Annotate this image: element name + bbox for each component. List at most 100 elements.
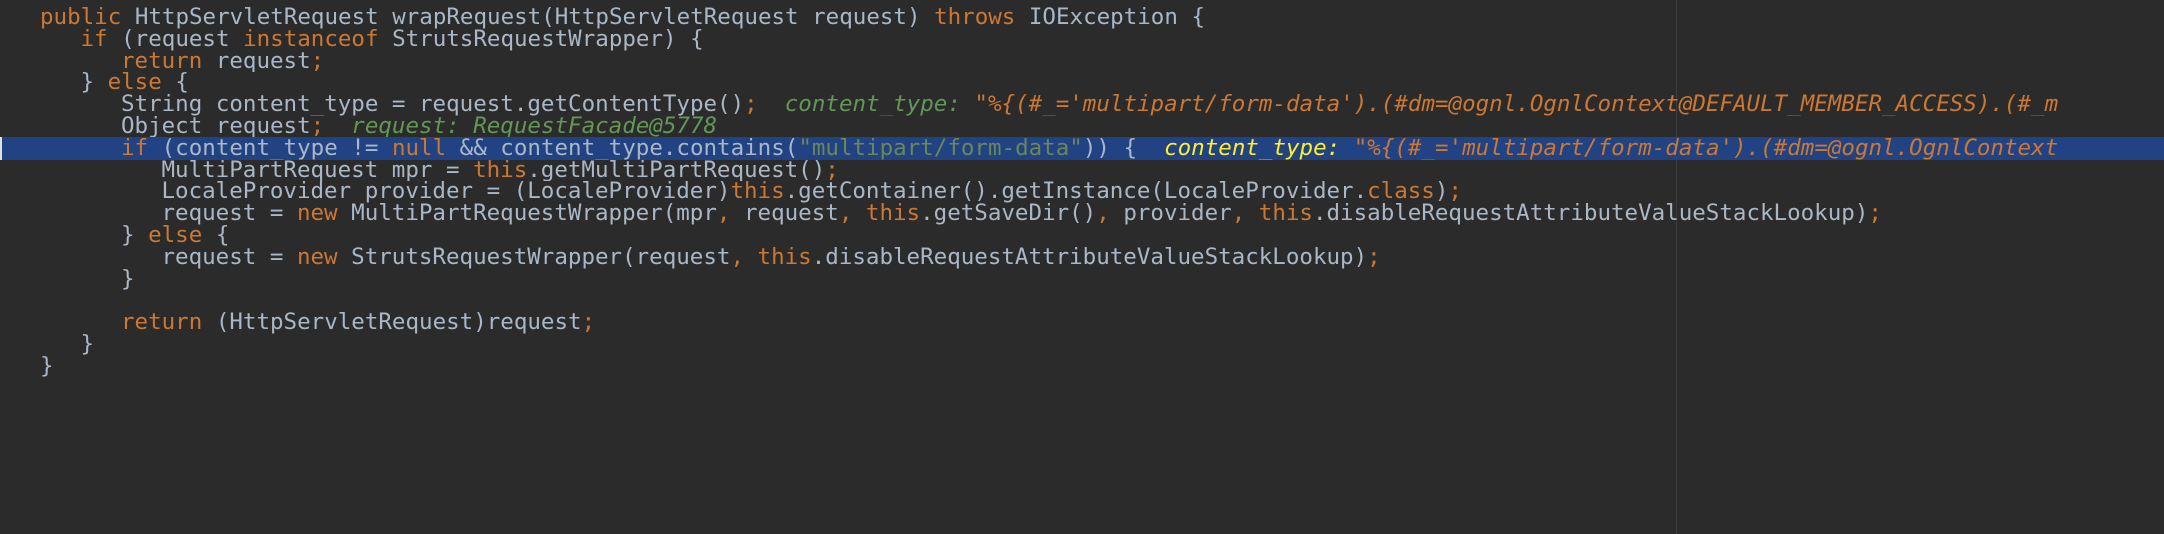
keyword-token: return [121, 311, 216, 334]
code-token: } [121, 224, 149, 247]
code-token: .disableRequestAttributeValueStackLookup… [1312, 202, 1869, 225]
code-text: if (request instanceof StrutsRequestWrap… [81, 28, 704, 51]
code-token: { [215, 224, 230, 247]
code-text: request = new StrutsRequestWrapper(reque… [162, 246, 1381, 269]
keyword-token: , this [730, 245, 812, 269]
code-line[interactable]: public HttpServletRequest wrapRequest(Ht… [0, 6, 2164, 29]
code-line[interactable]: } [0, 355, 2164, 378]
keyword-token: ; [310, 115, 325, 138]
code-token: .getMultiPartRequest() [527, 158, 826, 182]
inline-debug-value: content_type: [1164, 136, 1354, 160]
code-token: (request [121, 27, 244, 51]
keyword-token: ; [310, 49, 325, 73]
code-line[interactable] [0, 289, 2164, 312]
code-text: Object request; request: RequestFacade@5… [121, 115, 717, 138]
code-token: )) { [1082, 136, 1137, 160]
inline-debug-value: request: RequestFacade@5778 [351, 115, 718, 138]
keyword-token: new [296, 245, 352, 269]
keyword-token: this [473, 158, 528, 182]
code-token: MultiPartRequest mpr = [161, 158, 474, 182]
keyword-token: class [1367, 180, 1435, 204]
code-line[interactable]: } else { [0, 224, 2164, 247]
code-token: .disableRequestAttributeValueStackLookup… [811, 245, 1368, 269]
current-line-gutter-marker [0, 136, 2, 160]
code-line-current[interactable]: if (content_type != null && content_type… [0, 136, 2164, 160]
code-token: HttpServletRequest wrapRequest(HttpServl… [134, 6, 935, 29]
keyword-token: ; [581, 311, 596, 334]
code-token: LocaleProvider provider = (LocaleProvide… [161, 180, 731, 204]
code-text: } else { [121, 224, 229, 247]
keyword-token: new [296, 202, 352, 225]
code-token: IOException { [1028, 6, 1205, 29]
code-token: request [744, 202, 839, 225]
code-token: request = [161, 245, 297, 269]
keyword-token: ; [1448, 180, 1462, 204]
code-token: } [40, 354, 54, 378]
code-token: { [175, 71, 189, 95]
code-token: (content_type != [161, 136, 392, 160]
inline-debug-value: content_type: [784, 93, 975, 116]
code-token: } [121, 267, 135, 291]
code-text: } [81, 333, 95, 356]
keyword-token: ; [1367, 245, 1381, 269]
code-token: request = [161, 202, 297, 225]
inline-debug-value: "%{(#_='multipart/form-data').(#dm=@ognl… [1353, 136, 2059, 160]
code-token: StrutsRequestWrapper) { [392, 27, 704, 51]
keyword-token: else [148, 224, 216, 247]
inline-debug-value: "%{(#_='multipart/form-data').(#dm=@ognl… [974, 93, 2059, 116]
code-line[interactable]: if (request instanceof StrutsRequestWrap… [0, 28, 2164, 51]
code-line[interactable]: return (HttpServletRequest)request; [0, 311, 2164, 334]
code-token: } [80, 71, 108, 95]
code-line[interactable]: LocaleProvider provider = (LocaleProvide… [0, 180, 2164, 203]
code-token: && content_type.contains( [459, 136, 799, 160]
keyword-token: ; [744, 93, 758, 116]
keyword-token: , this [1231, 202, 1313, 225]
keyword-token: else [107, 71, 176, 95]
keyword-token: public [40, 6, 135, 29]
code-token: StrutsRequestWrapper(request [351, 245, 731, 269]
code-text: if (content_type != null && content_type… [121, 137, 2058, 160]
keyword-token: instanceof [243, 27, 393, 51]
code-token: MultiPartRequestWrapper(mpr [351, 202, 717, 225]
code-text: } else { [81, 71, 189, 94]
code-token: Object request [121, 115, 311, 138]
code-text: } [121, 268, 135, 291]
string-literal: "multipart/form-data" [798, 136, 1083, 160]
code-token: .getSaveDir() [920, 202, 1097, 225]
code-text: LocaleProvider provider = (LocaleProvide… [162, 180, 1462, 203]
code-line[interactable]: Object request; request: RequestFacade@5… [0, 115, 2164, 138]
code-token: (HttpServletRequest)request [215, 311, 582, 334]
keyword-token: this [730, 180, 785, 204]
keyword-token: if [121, 136, 162, 160]
code-token: ) [1434, 180, 1449, 204]
code-token: } [80, 333, 95, 356]
keyword-token: ; [825, 158, 839, 182]
code-token: .getContainer().getInstance(LocaleProvid… [784, 180, 1368, 204]
keyword-token: throws [934, 6, 1029, 29]
code-text: public HttpServletRequest wrapRequest(Ht… [40, 6, 1205, 29]
code-line[interactable]: } else { [0, 71, 2164, 94]
code-line[interactable]: } [0, 333, 2164, 356]
code-token: String content_type = request.getContent… [121, 93, 745, 116]
code-line[interactable]: } [0, 268, 2164, 291]
keyword-token: null [391, 136, 460, 160]
code-token: provider [1123, 202, 1232, 225]
code-text: MultiPartRequest mpr = this.getMultiPart… [162, 159, 839, 182]
code-text: String content_type = request.getContent… [121, 93, 2058, 116]
code-line[interactable]: request = new MultiPartRequestWrapper(mp… [0, 202, 2164, 225]
keyword-token: , this [838, 202, 921, 225]
keyword-token: ; [1868, 202, 1882, 225]
keyword-token: , [716, 202, 744, 225]
keyword-token: if [80, 27, 122, 51]
code-line[interactable]: request = new StrutsRequestWrapper(reque… [0, 246, 2164, 269]
code-editor[interactable]: public HttpServletRequest wrapRequest(Ht… [0, 0, 2164, 534]
keyword-token: return [121, 49, 216, 73]
code-text: } [40, 355, 54, 378]
code-text: request = new MultiPartRequestWrapper(mp… [162, 202, 1882, 225]
code-line[interactable]: String content_type = request.getContent… [0, 93, 2164, 116]
code-line[interactable]: return request; [0, 50, 2164, 73]
code-line[interactable]: MultiPartRequest mpr = this.getMultiPart… [0, 159, 2164, 182]
